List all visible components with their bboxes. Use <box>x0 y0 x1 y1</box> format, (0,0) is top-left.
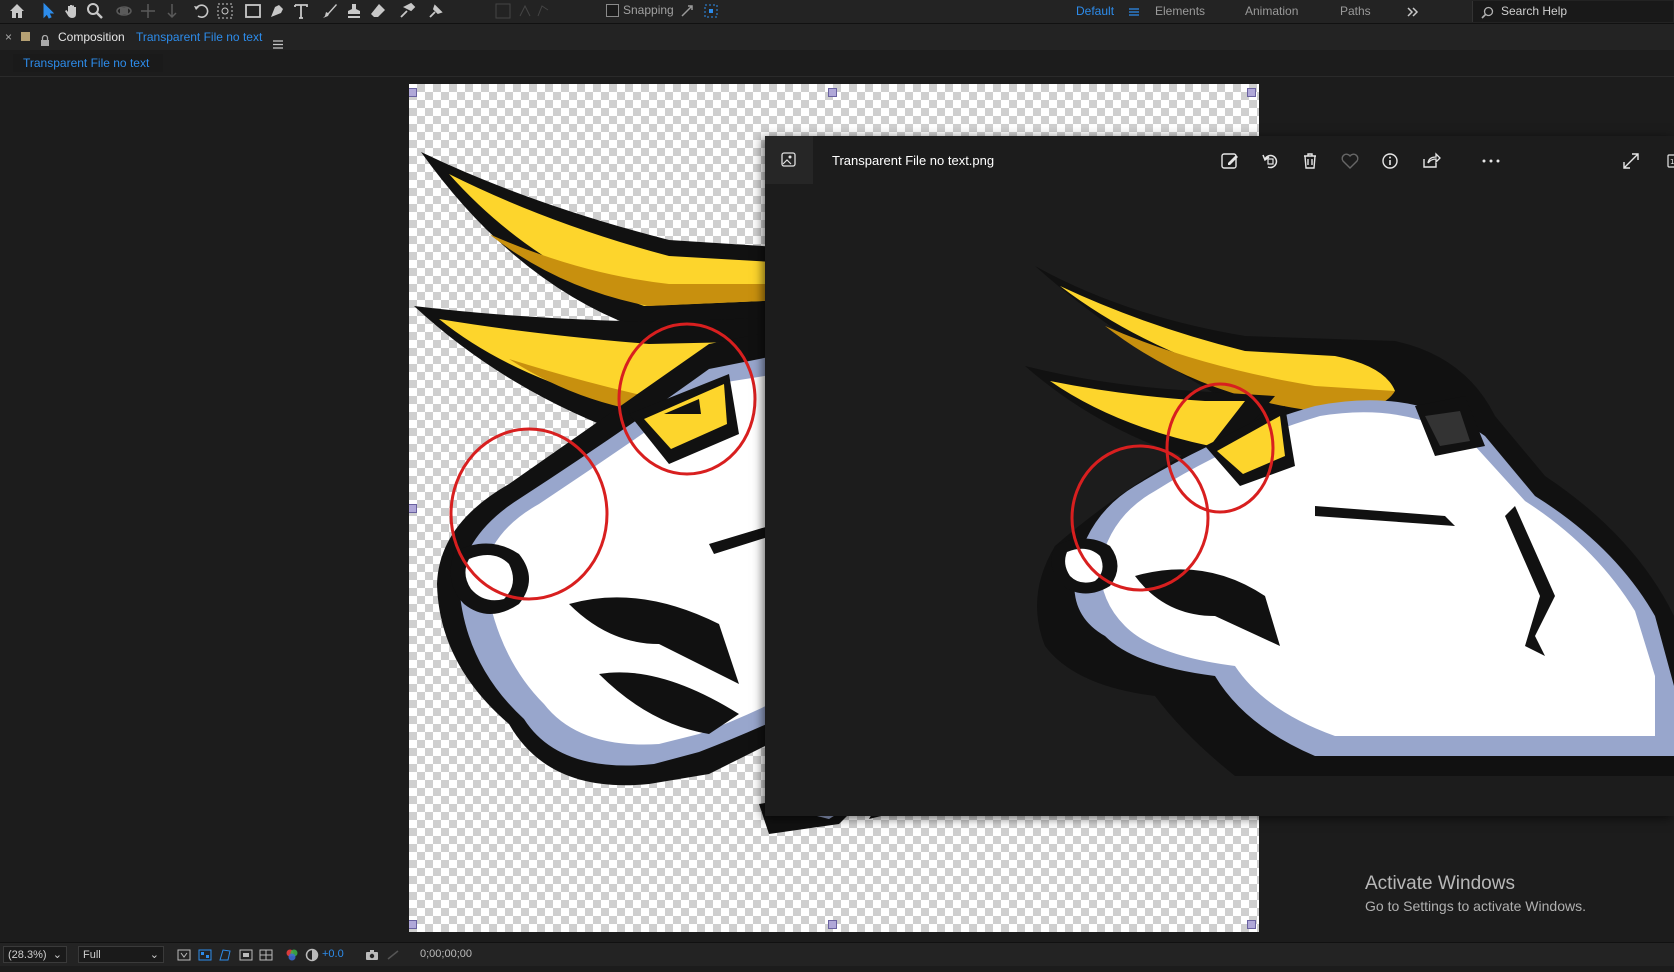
reset-exposure-icon[interactable] <box>304 947 320 963</box>
edit-image-icon[interactable] <box>1219 150 1241 172</box>
fullscreen-icon[interactable] <box>1620 150 1642 172</box>
panel-prefix: Composition <box>58 30 125 44</box>
search-help-field[interactable]: Search Help <box>1472 1 1673 22</box>
current-timecode[interactable]: 0;00;00;00 <box>420 943 472 966</box>
pan-camera-icon[interactable] <box>138 1 158 21</box>
viewer-image <box>1025 266 1674 776</box>
mask-visibility-icon[interactable] <box>217 947 233 963</box>
chevron-down-icon: ⌄ <box>52 949 62 961</box>
delete-icon[interactable] <box>1299 150 1321 172</box>
type-tool-icon[interactable] <box>291 1 311 21</box>
resolution-value: Full <box>83 949 101 961</box>
composition-tab[interactable]: Transparent File no text <box>13 54 163 72</box>
snapping-toggle[interactable]: Snapping <box>606 3 674 17</box>
snap-edges-icon[interactable] <box>679 3 695 19</box>
workspace-elements[interactable]: Elements <box>1155 0 1205 23</box>
clone-stamp-icon[interactable] <box>344 1 364 21</box>
gallery-icon <box>781 152 796 167</box>
tools-toolbar: Snapping Default Elements Animation Path… <box>0 0 1674 24</box>
grid-guides-icon[interactable] <box>258 947 274 963</box>
pan-behind-icon[interactable] <box>215 1 235 21</box>
composition-name: Transparent File no text <box>136 30 263 44</box>
handle-middle-left[interactable] <box>409 504 417 513</box>
handle-bottom-left[interactable] <box>409 920 417 929</box>
magnification-value: (28.3%) <box>8 949 47 961</box>
pen-tool-icon[interactable] <box>267 1 287 21</box>
orbit-camera-icon[interactable] <box>114 1 134 21</box>
home-icon[interactable] <box>7 1 27 21</box>
panel-menu-icon[interactable] <box>273 32 283 49</box>
channels-icon[interactable] <box>284 947 300 963</box>
composition-panel-header: × Composition Transparent File no text <box>0 24 1674 50</box>
panel-color-swatch <box>21 32 30 41</box>
brush-tool-icon[interactable] <box>320 1 340 21</box>
workspace-paths[interactable]: Paths <box>1340 0 1371 23</box>
handle-top-left[interactable] <box>409 88 417 97</box>
zoom-tool-icon[interactable] <box>85 1 105 21</box>
viewer-filename: Transparent File no text.png <box>832 153 995 168</box>
more-workspaces-icon[interactable] <box>1406 5 1420 17</box>
region-of-interest-icon[interactable] <box>238 947 254 963</box>
handle-top-center[interactable] <box>828 88 837 97</box>
gallery-button[interactable] <box>765 136 813 184</box>
snapping-label: Snapping <box>623 3 674 17</box>
actual-size-icon[interactable]: 1 <box>1662 150 1674 172</box>
search-help-placeholder: Search Help <box>1501 4 1568 18</box>
workspace-default[interactable]: Default <box>1076 0 1114 23</box>
magnification-dropdown[interactable]: (28.3%) ⌄ <box>3 946 67 963</box>
exposure-value[interactable]: +0.0 <box>322 943 344 966</box>
svg-text:1: 1 <box>1670 158 1674 166</box>
photos-viewer-window[interactable] <box>765 136 1674 816</box>
snapping-checkbox[interactable] <box>606 3 619 17</box>
eraser-tool-icon[interactable] <box>368 1 388 21</box>
lock-icon[interactable] <box>40 30 50 46</box>
activate-windows-title: Activate Windows <box>1365 873 1515 894</box>
transparency-grid-icon[interactable] <box>197 947 213 963</box>
info-icon[interactable] <box>1379 150 1401 172</box>
axis-mode-icons <box>494 1 554 21</box>
workspace-menu-icon[interactable] <box>1128 5 1140 17</box>
workspace-animation[interactable]: Animation <box>1245 0 1298 23</box>
hand-tool-icon[interactable] <box>62 1 82 21</box>
activate-windows-subtitle: Go to Settings to activate Windows. <box>1365 898 1586 914</box>
snap-features-icon[interactable] <box>703 3 719 19</box>
roto-brush-icon[interactable] <box>397 1 417 21</box>
favorite-icon[interactable] <box>1339 150 1361 172</box>
viewer-status-bar: (28.3%) ⌄ Full ⌄ +0.0 0;00;00;00 <box>0 942 1674 966</box>
fast-previews-icon[interactable] <box>176 947 192 963</box>
resolution-dropdown[interactable]: Full ⌄ <box>78 946 164 963</box>
handle-top-right[interactable] <box>1247 88 1256 97</box>
rotate-icon[interactable] <box>1259 150 1281 172</box>
selection-tool-icon[interactable] <box>38 1 58 21</box>
handle-bottom-right[interactable] <box>1247 920 1256 929</box>
dolly-camera-icon[interactable] <box>162 1 182 21</box>
close-panel-icon[interactable]: × <box>5 24 12 50</box>
rectangle-tool-icon[interactable] <box>243 1 263 21</box>
show-snapshot-icon[interactable] <box>385 947 401 963</box>
rotate-tool-icon[interactable] <box>191 1 211 21</box>
search-icon <box>1481 5 1494 19</box>
snapshot-camera-icon[interactable] <box>364 947 380 963</box>
puppet-pin-icon[interactable] <box>426 1 446 21</box>
share-icon[interactable] <box>1420 150 1442 172</box>
more-icon[interactable] <box>1480 150 1502 172</box>
handle-bottom-center[interactable] <box>828 920 837 929</box>
chevron-down-icon: ⌄ <box>149 949 159 961</box>
